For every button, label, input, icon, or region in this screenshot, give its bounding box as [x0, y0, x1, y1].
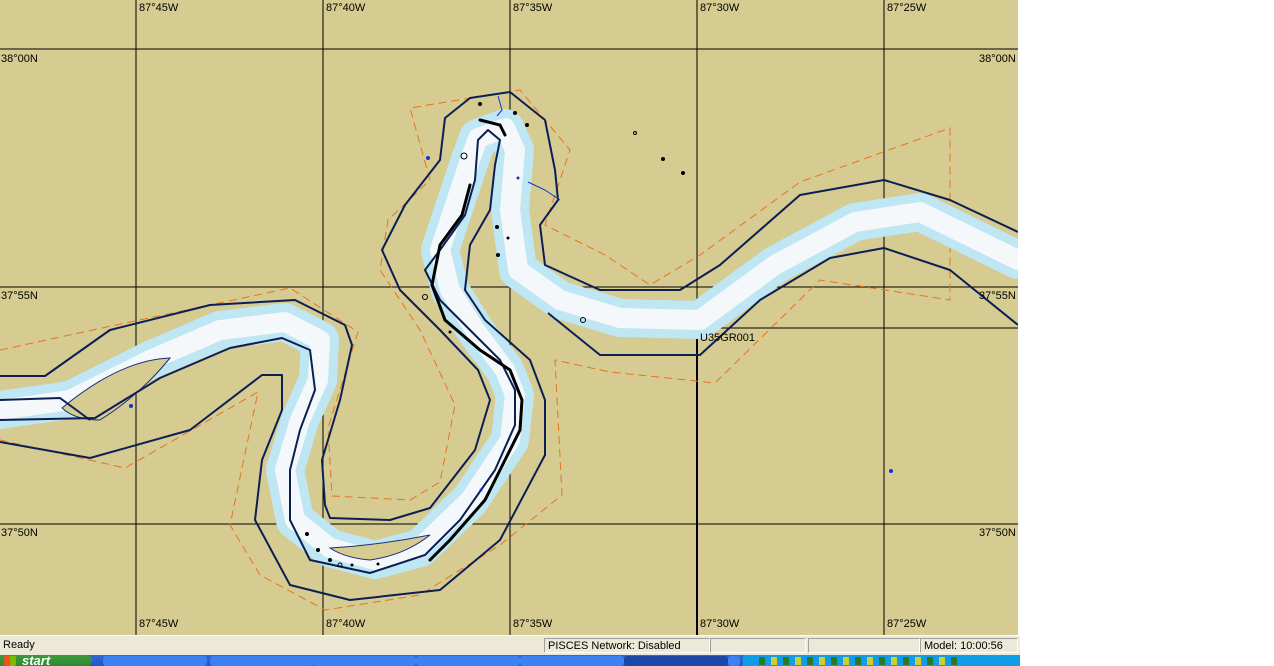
- longitude-label: 87°35W: [513, 618, 553, 630]
- chart-cell-label: U35GR001: [700, 332, 756, 344]
- start-label: start: [22, 655, 51, 666]
- longitude-label: 87°45W: [139, 618, 179, 630]
- latitude-label: 37°55N: [1, 290, 38, 302]
- status-pane-empty: [710, 638, 806, 653]
- latitude-label: 37°50N: [1, 527, 38, 539]
- status-bar: Ready PISCES Network: Disabled Model: 10…: [0, 635, 1020, 656]
- latitude-label: 38°00N: [979, 53, 1016, 65]
- taskbar[interactable]: start: [0, 655, 1020, 666]
- status-pane-empty: [808, 638, 920, 653]
- start-button[interactable]: start: [0, 655, 92, 666]
- taskbar-item[interactable]: [520, 656, 624, 666]
- status-model-time: Model: 10:00:56: [920, 638, 1018, 653]
- windows-logo-icon: [4, 656, 16, 666]
- tray-icons: [759, 657, 959, 665]
- taskbar-item-active[interactable]: [624, 656, 728, 666]
- nautical-chart[interactable]: 87°45W 87°40W 87°35W 87°30W 87°25W 87°45…: [0, 0, 1018, 635]
- longitude-label: 87°45W: [139, 2, 179, 14]
- status-ready: Ready: [3, 639, 35, 651]
- chart-tile-border: [696, 327, 1018, 635]
- longitude-label: 87°30W: [700, 2, 740, 14]
- longitude-label: 87°40W: [326, 618, 366, 630]
- taskbar-item[interactable]: [312, 656, 416, 666]
- longitude-label: 87°25W: [887, 618, 927, 630]
- latitude-label: 38°00N: [1, 53, 38, 65]
- system-tray[interactable]: [742, 655, 1020, 666]
- status-network: PISCES Network: Disabled: [544, 638, 710, 653]
- latitude-label: 37°50N: [979, 527, 1016, 539]
- longitude-label: 87°40W: [326, 2, 366, 14]
- longitude-label: 87°35W: [513, 2, 553, 14]
- taskbar-item[interactable]: [210, 656, 314, 666]
- taskbar-item[interactable]: [728, 656, 740, 666]
- taskbar-item[interactable]: [416, 656, 520, 666]
- longitude-label: 87°25W: [887, 2, 927, 14]
- latitude-label: 37°55N: [979, 290, 1016, 302]
- longitude-label: 87°30W: [700, 618, 740, 630]
- chart-canvas[interactable]: [0, 0, 1018, 635]
- taskbar-item[interactable]: [103, 656, 207, 666]
